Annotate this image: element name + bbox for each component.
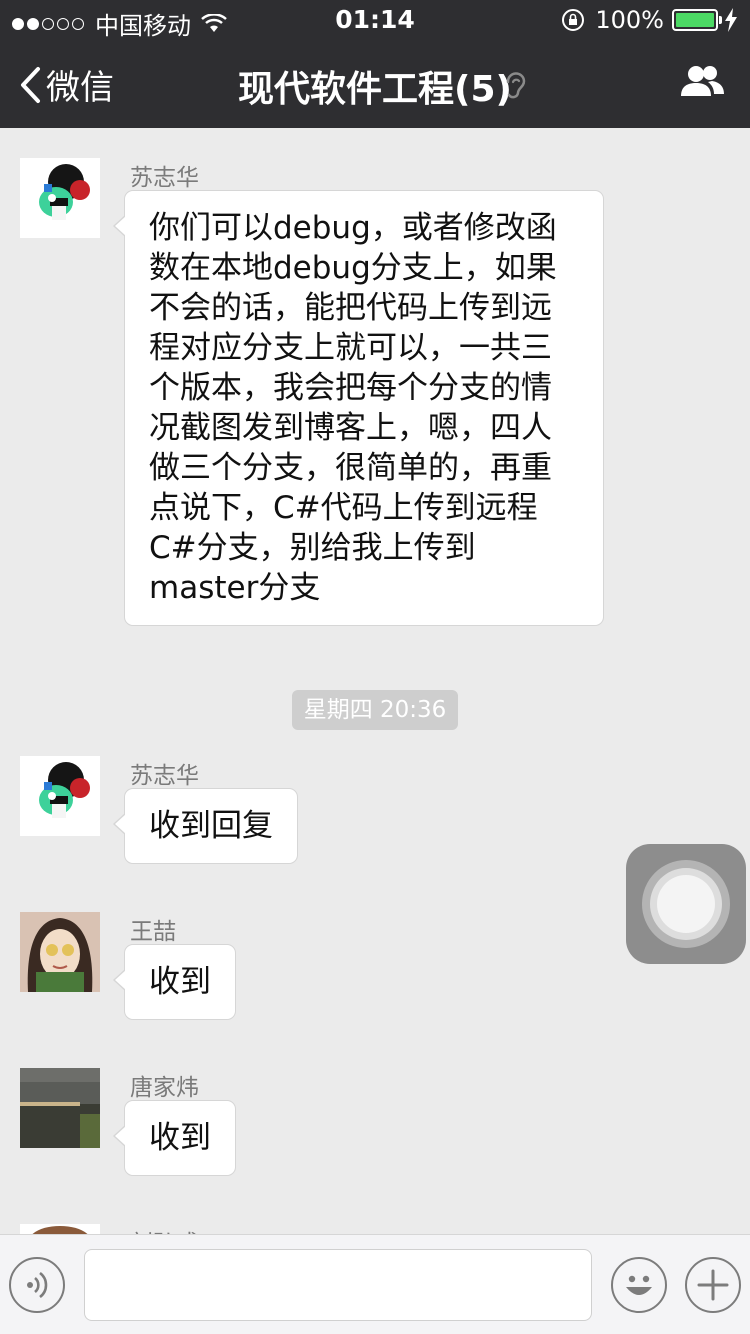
emoji-icon bbox=[626, 1275, 652, 1295]
assistive-touch-button[interactable] bbox=[626, 844, 746, 964]
status-right: 100% bbox=[561, 6, 738, 34]
chat-title: 现代软件工程(5) bbox=[238, 69, 512, 110]
plus-button[interactable] bbox=[685, 1257, 741, 1313]
plus-icon bbox=[697, 1269, 729, 1301]
avatar[interactable] bbox=[20, 756, 100, 836]
sender-name: 王喆 bbox=[130, 919, 176, 945]
message-bubble[interactable]: 收到 bbox=[113, 944, 236, 1020]
input-bar bbox=[0, 1234, 750, 1334]
rotation-lock-icon bbox=[562, 9, 585, 31]
avatar[interactable] bbox=[20, 158, 100, 238]
message-bubble[interactable]: 收到 bbox=[113, 1100, 236, 1176]
battery-fill bbox=[676, 13, 714, 27]
sender-name: 唐家炜 bbox=[130, 1075, 199, 1101]
message-input[interactable] bbox=[84, 1249, 592, 1321]
sender-name: 刘弘成 bbox=[130, 1224, 199, 1234]
status-bar: 中国移动 01:14 100% bbox=[0, 0, 750, 40]
nav-bar: 微信 现代软件工程(5) bbox=[0, 40, 750, 128]
battery-icon bbox=[672, 9, 722, 31]
ear-icon bbox=[506, 72, 526, 99]
sender-name: 苏志华 bbox=[130, 763, 199, 789]
message-bubble[interactable]: 你们可以debug，或者修改函数在本地debug分支上，如果不会的话，能把代码上… bbox=[113, 190, 604, 626]
battery-percent: 100% bbox=[595, 6, 664, 34]
time-divider: 星期四 20:36 bbox=[292, 690, 458, 730]
voice-icon bbox=[27, 1271, 48, 1299]
charging-bolt-icon bbox=[725, 8, 737, 32]
message-bubble[interactable]: 收到回复 bbox=[113, 788, 298, 864]
group-members-icon[interactable] bbox=[678, 62, 726, 102]
emoji-button[interactable] bbox=[611, 1257, 667, 1313]
avatar[interactable] bbox=[20, 1068, 100, 1148]
chat-area[interactable]: 苏志华 你们可以debug，或者修改函数在本地debug分支上，如果不会的话，能… bbox=[0, 128, 750, 1234]
top-bar: 中国移动 01:14 100% 微信 现代软件工程(5) bbox=[0, 0, 750, 128]
voice-button[interactable] bbox=[9, 1257, 65, 1313]
sender-name: 苏志华 bbox=[130, 165, 199, 191]
avatar[interactable] bbox=[20, 1224, 100, 1234]
avatar[interactable] bbox=[20, 912, 100, 992]
